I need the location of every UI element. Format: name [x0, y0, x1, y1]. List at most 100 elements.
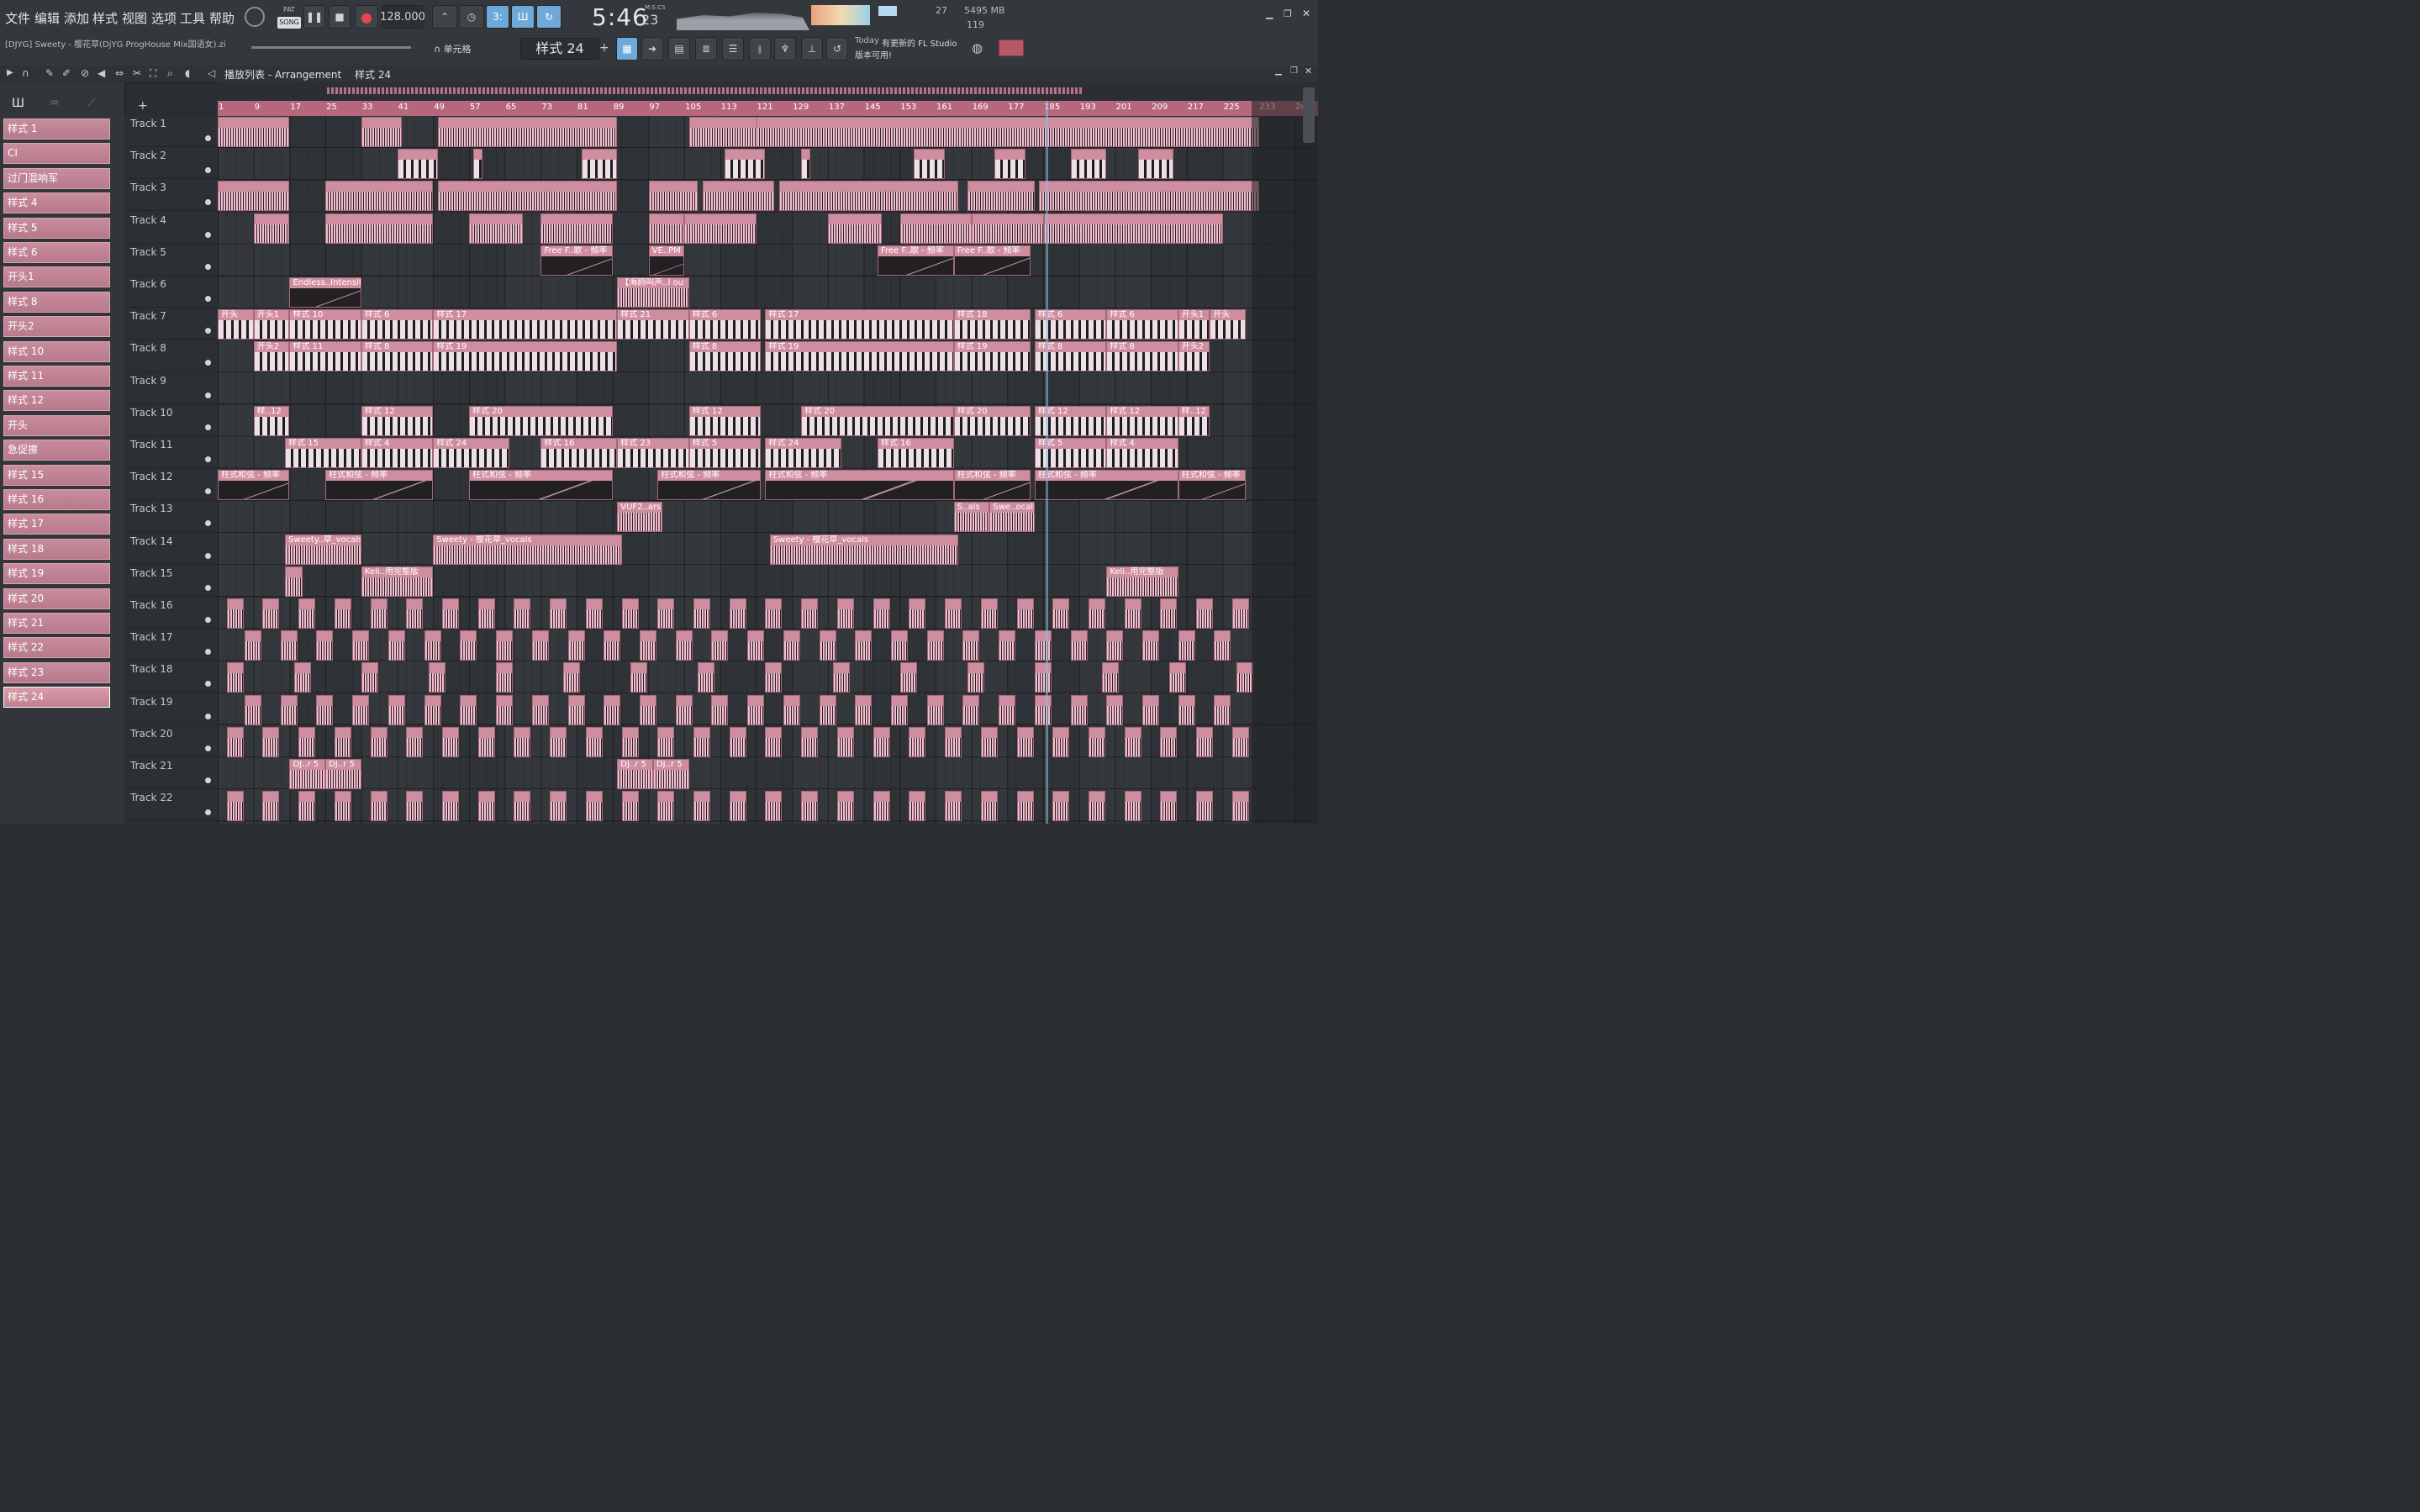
playlist-clip[interactable]: 样式 18 — [953, 309, 1031, 340]
menu-options[interactable]: 选项 — [151, 9, 177, 27]
pattern-item[interactable]: 样式 21 — [3, 613, 110, 634]
song-mode-toggle[interactable]: SONG — [277, 17, 301, 29]
playlist-clip[interactable] — [891, 694, 908, 725]
playlist-clip[interactable]: 样式 6 — [1106, 309, 1178, 340]
playlist-clip[interactable] — [1016, 598, 1034, 629]
tempo-display[interactable]: 128.000 — [380, 5, 425, 29]
playlist-clip[interactable]: 样式 19 — [433, 341, 618, 372]
playlist-clip[interactable] — [765, 598, 783, 629]
track-enable-led[interactable] — [205, 167, 211, 174]
playlist-clip[interactable]: 开头2 — [1178, 341, 1210, 372]
playlist-clip[interactable] — [891, 630, 908, 661]
playlist-clip[interactable] — [604, 694, 621, 725]
track-header[interactable]: Track 6 — [124, 277, 218, 308]
playlist-clip[interactable]: Sweety - 樱花草_vocals — [433, 534, 622, 565]
playlist-clip[interactable] — [540, 213, 613, 244]
pattern-item[interactable]: CI — [3, 143, 110, 165]
playlist-clip[interactable]: 【海鸥叫声..l ou — [617, 277, 689, 308]
playlist-clip[interactable] — [460, 694, 477, 725]
pause-button[interactable]: ❚❚ — [303, 5, 325, 29]
record-button[interactable]: ● — [355, 5, 378, 29]
playlist-clip[interactable] — [1106, 630, 1124, 661]
playlist-clip[interactable] — [1178, 694, 1195, 725]
track-header[interactable]: Track 8 — [124, 340, 218, 372]
playlist-clip[interactable] — [1034, 662, 1052, 693]
track-header[interactable]: Track 22 — [124, 790, 218, 822]
playlist-clip[interactable] — [550, 791, 567, 822]
pattern-item[interactable]: 样式 6 — [3, 242, 110, 263]
playlist-clip[interactable] — [218, 181, 290, 212]
playlist-clip[interactable] — [729, 791, 746, 822]
playlist-clip[interactable]: 样..12 — [253, 405, 290, 436]
playlist-restore-icon[interactable]: ❐ — [1290, 66, 1298, 76]
snap-magnet-icon[interactable]: ∩ — [22, 67, 29, 79]
playlist-clip[interactable]: Free F..歌 - 频率 — [953, 245, 1031, 276]
brush-icon[interactable]: ✐ — [62, 67, 71, 79]
playlist-clip[interactable] — [1034, 694, 1052, 725]
pattern-item[interactable]: 样式 10 — [3, 340, 110, 362]
playlist-clip[interactable] — [1052, 598, 1070, 629]
picker-patterns-tab-icon[interactable]: Ш — [12, 97, 24, 110]
select-icon[interactable]: ⛶ — [150, 67, 156, 80]
playlist-clip[interactable] — [657, 598, 675, 629]
playlist-clip[interactable] — [873, 726, 890, 757]
playlist-clip[interactable] — [1070, 694, 1088, 725]
track-enable-led[interactable] — [205, 777, 211, 783]
pattern-item[interactable]: 样式 5 — [3, 217, 110, 239]
playlist-clip[interactable] — [334, 791, 351, 822]
playlist-clip[interactable] — [550, 598, 567, 629]
playlist-clip[interactable] — [477, 726, 495, 757]
playlist-clip[interactable] — [962, 630, 980, 661]
playlist-clip[interactable] — [1196, 791, 1214, 822]
playlist-clip[interactable] — [585, 726, 603, 757]
playlist-clip[interactable]: 开头2 — [253, 341, 290, 372]
playlist-clip[interactable] — [325, 213, 434, 244]
playlist-clip[interactable] — [1052, 791, 1070, 822]
playlist-clip[interactable] — [352, 630, 370, 661]
playlist-clip[interactable] — [1214, 694, 1231, 725]
playlist-clip[interactable]: Sweety..草_vocals — [285, 534, 361, 565]
playlist-clip[interactable] — [980, 598, 998, 629]
playlist-clip[interactable] — [994, 149, 1026, 180]
pattern-item[interactable]: 样式 23 — [3, 661, 110, 683]
playlist-clip[interactable] — [550, 726, 567, 757]
metronome-button[interactable]: ⌃ — [432, 5, 457, 29]
playlist-clip[interactable] — [698, 662, 715, 693]
playlist-clip[interactable] — [980, 726, 998, 757]
playlist-clip[interactable] — [460, 630, 477, 661]
playlist-clip[interactable]: Free F..歌 - 频率 — [540, 245, 613, 276]
playlist-clip[interactable] — [980, 791, 998, 822]
playlist-clip[interactable] — [424, 630, 441, 661]
track-header[interactable]: Track 9 — [124, 373, 218, 404]
playlist-clip[interactable] — [477, 791, 495, 822]
playlist-clip[interactable]: 样式 17 — [765, 309, 954, 340]
playlist-minimize-icon[interactable]: ▁ — [1275, 66, 1282, 76]
playlist-clip[interactable] — [218, 117, 290, 147]
playlist-clip[interactable]: 样式 8 — [361, 341, 434, 372]
playlist-clip[interactable]: 开头1 — [253, 309, 290, 340]
playlist-clip[interactable]: 样式 20 — [469, 405, 613, 436]
track-header[interactable]: Track 14 — [124, 534, 218, 565]
playlist-clip[interactable] — [832, 662, 850, 693]
playlist-clip[interactable] — [1231, 791, 1249, 822]
slice-icon[interactable]: ✂ — [133, 67, 141, 79]
playlist-clip[interactable] — [711, 694, 729, 725]
playlist-clip[interactable] — [621, 726, 639, 757]
track-enable-led[interactable] — [205, 231, 211, 238]
track-header[interactable]: Track 3 — [124, 180, 218, 212]
playlist-clip[interactable] — [1052, 726, 1070, 757]
playlist-clip[interactable]: 柱式和弦 - 频率 — [953, 470, 1031, 501]
playlist-clip[interactable] — [437, 117, 618, 147]
playlist-clip[interactable] — [819, 630, 836, 661]
playlist-clip[interactable] — [1070, 149, 1107, 180]
playlist-clip[interactable] — [693, 726, 711, 757]
playlist-clip[interactable]: 样式 12 — [688, 405, 762, 436]
track-header[interactable]: Track 15 — [124, 566, 218, 597]
playlist-clip[interactable] — [567, 630, 585, 661]
playlist-overview[interactable] — [218, 82, 1318, 101]
playlist-clip[interactable]: Keli..用完整版 — [361, 566, 434, 597]
project-tree-button[interactable]: ⊥ — [801, 37, 823, 61]
playlist-clip[interactable] — [765, 791, 783, 822]
plugin-picker-button[interactable]: ⫲ — [749, 37, 771, 61]
playlist-clip[interactable]: 样式 5 — [688, 438, 762, 468]
